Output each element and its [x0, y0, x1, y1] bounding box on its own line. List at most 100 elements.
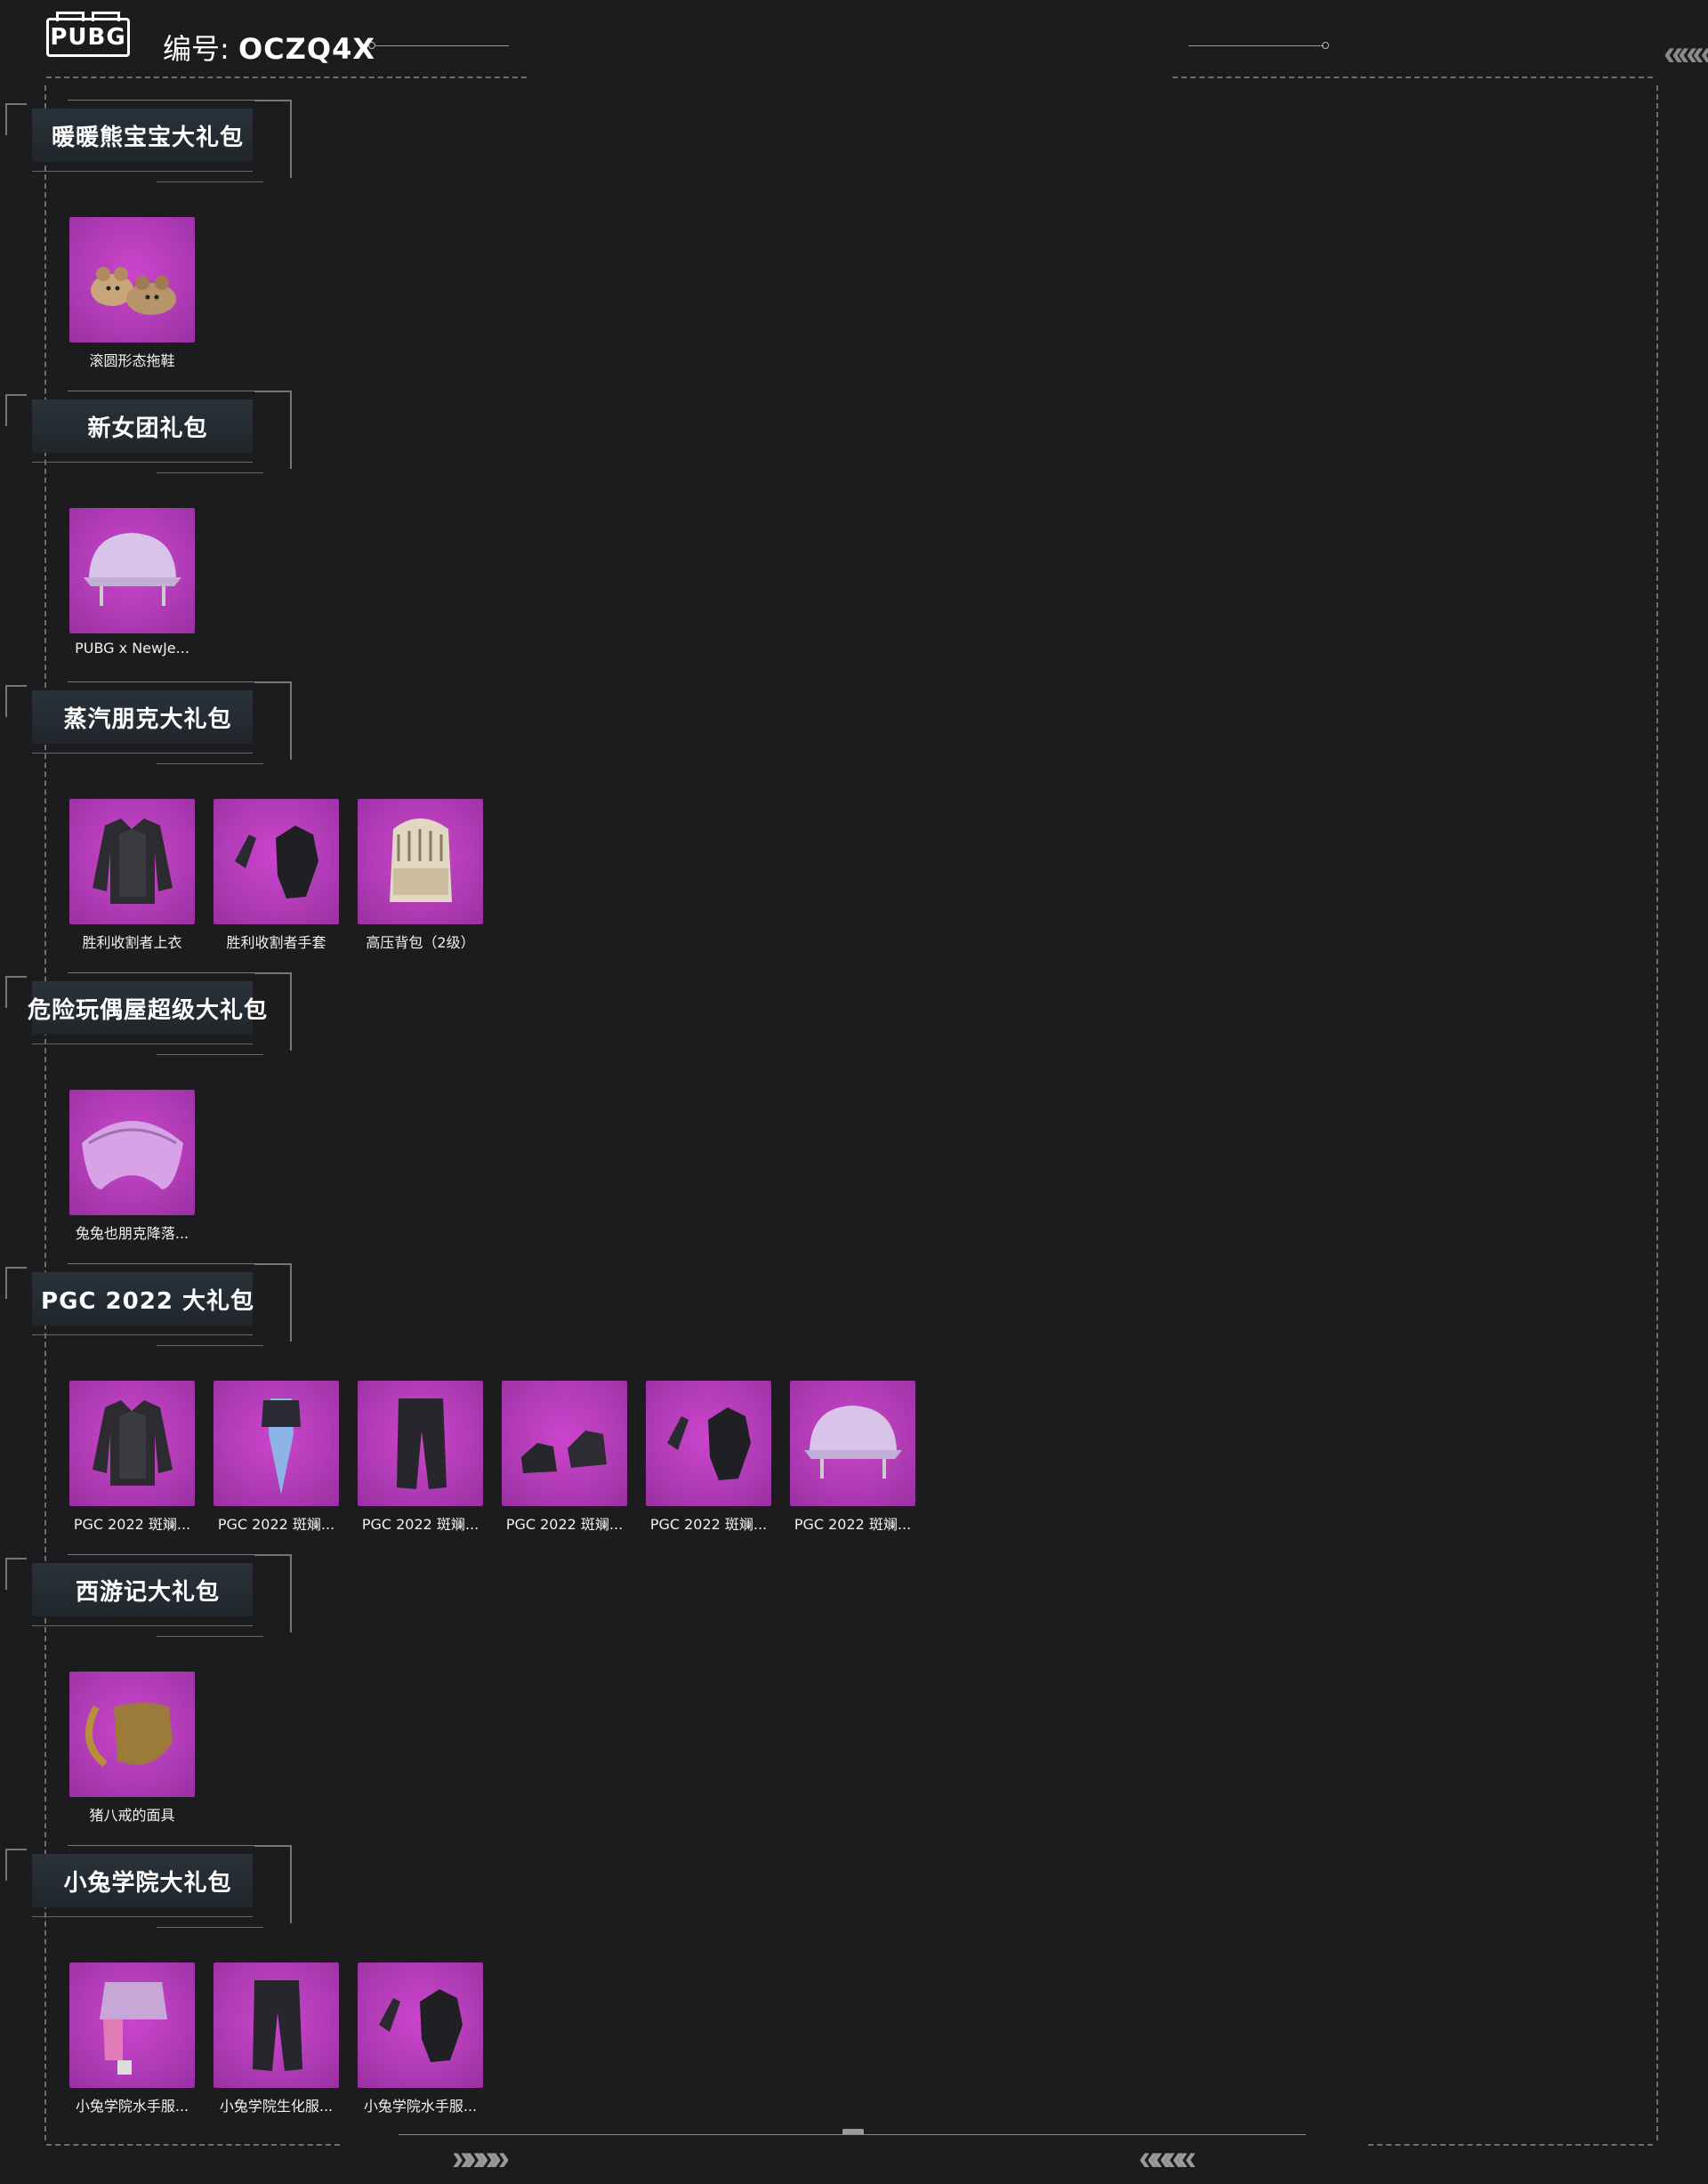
- section-header-line-accent: [157, 472, 263, 473]
- frame-border-top-right: [1172, 77, 1653, 78]
- section-title: 新女团礼包: [87, 415, 208, 442]
- item-label: PGC 2022 斑斓...: [73, 1516, 191, 1533]
- item-card[interactable]: PUBG x NewJe...: [69, 508, 195, 657]
- item-row: 滚圆形态拖鞋: [69, 217, 195, 370]
- jacket-icon-graphic: [93, 1400, 173, 1486]
- item-card[interactable]: PGC 2022 斑斓...: [358, 1381, 483, 1534]
- item-card[interactable]: 猪八戒的面具: [69, 1672, 195, 1825]
- section-header-bracket-left: [5, 976, 27, 1008]
- chevrons-left-icon-bottom: ««««: [1139, 2139, 1196, 2178]
- section-header-bracket-left: [5, 1558, 27, 1590]
- shoes-icon-graphic: [521, 1430, 607, 1473]
- item-label: 小兔学院生化服...: [219, 2098, 334, 2115]
- backpack-icon[interactable]: [358, 799, 483, 924]
- backpack-icon-graphic: [390, 818, 452, 902]
- section-header-line-bottom: [32, 1625, 253, 1626]
- item-card[interactable]: 滚圆形态拖鞋: [69, 217, 195, 370]
- item-card[interactable]: 胜利收割者手套: [214, 799, 339, 952]
- item-card[interactable]: 小兔学院水手服...: [358, 1962, 483, 2115]
- section-header: 危险玩偶屋超级大礼包: [5, 969, 292, 1055]
- section-header-bracket-left: [5, 685, 27, 717]
- item-label: PGC 2022 斑斓...: [649, 1516, 768, 1533]
- frame-border-top-left: [46, 77, 527, 78]
- section-header-line-top: [68, 1263, 254, 1264]
- header-line-left: [375, 45, 509, 46]
- item-row: 兔兔也朋克降落...: [69, 1090, 195, 1243]
- item-card[interactable]: PGC 2022 斑斓...: [790, 1381, 915, 1534]
- chevrons-right-icon: »»»»: [452, 2139, 510, 2178]
- section-header-line-bottom: [32, 1916, 253, 1917]
- gloves-icon[interactable]: [358, 1962, 483, 2088]
- frame-border-bottom-left: [46, 2144, 340, 2146]
- item-card[interactable]: 小兔学院水手服...: [69, 1962, 195, 2115]
- frame-border-bottom-right: [1368, 2144, 1653, 2146]
- item-label: 猪八戒的面具: [89, 1807, 175, 1824]
- jacket-icon[interactable]: [69, 799, 195, 924]
- footer-tab: [842, 2129, 864, 2134]
- item-card[interactable]: 高压背包（2级）: [358, 799, 483, 952]
- pubg-logo: PUBG: [46, 12, 130, 57]
- item-label: PGC 2022 斑斓...: [217, 1516, 335, 1533]
- horned-mask-icon-graphic: [85, 1703, 173, 1768]
- section-title: 危险玩偶屋超级大礼包: [28, 996, 269, 1024]
- item-label: 胜利收割者手套: [226, 934, 326, 951]
- item-label: PGC 2022 斑斓...: [505, 1516, 624, 1533]
- item-label: 兔兔也朋克降落...: [75, 1225, 189, 1242]
- parachute-icon-graphic: [82, 1121, 183, 1189]
- item-card[interactable]: PGC 2022 斑斓...: [214, 1381, 339, 1534]
- helmet-icon[interactable]: [69, 508, 195, 633]
- item-label: 滚圆形态拖鞋: [89, 352, 175, 369]
- pants-icon[interactable]: [214, 1962, 339, 2088]
- section-header-bracket-left: [5, 1267, 27, 1299]
- item-row: 猪八戒的面具: [69, 1672, 195, 1825]
- bear-slippers-icon[interactable]: [69, 217, 195, 343]
- section-header: 新女团礼包: [5, 387, 292, 473]
- horned-mask-icon[interactable]: [69, 1672, 195, 1797]
- frame-border-right: [1656, 85, 1658, 2140]
- item-card[interactable]: 小兔学院生化服...: [214, 1962, 339, 2115]
- mask-icon-graphic: [262, 1398, 301, 1495]
- pants-icon[interactable]: [358, 1381, 483, 1506]
- footer-line: [399, 2134, 1306, 2135]
- item-card[interactable]: PGC 2022 斑斓...: [69, 1381, 195, 1534]
- item-label: 小兔学院水手服...: [75, 2098, 189, 2115]
- section-header: 暖暖熊宝宝大礼包: [5, 96, 292, 182]
- gloves-icon[interactable]: [214, 799, 339, 924]
- code-label: 编号:: [163, 32, 230, 66]
- section-header-line-accent: [157, 1927, 263, 1928]
- section-header-line-bottom: [32, 462, 253, 463]
- shoes-icon[interactable]: [502, 1381, 627, 1506]
- parachute-icon[interactable]: [69, 1090, 195, 1215]
- player-code: 编号: OCZQ4X: [163, 27, 375, 68]
- header-line-right: [1188, 45, 1324, 46]
- mask-icon[interactable]: [214, 1381, 339, 1506]
- header-line-dot-right: [1322, 42, 1329, 49]
- jacket-icon[interactable]: [69, 1381, 195, 1506]
- section-header-line-top: [68, 681, 254, 682]
- helmet-icon[interactable]: [790, 1381, 915, 1506]
- section-title: 西游记大礼包: [75, 1578, 220, 1606]
- item-label: PUBG x NewJe...: [75, 640, 189, 657]
- skirt-icon[interactable]: [69, 1962, 195, 2088]
- section-header-line-accent: [157, 181, 263, 182]
- item-card[interactable]: PGC 2022 斑斓...: [646, 1381, 771, 1534]
- item-label: 高压背包（2级）: [366, 934, 475, 951]
- section-header-line-bottom: [32, 171, 253, 172]
- item-card[interactable]: 兔兔也朋克降落...: [69, 1090, 195, 1243]
- section-header: PGC 2022 大礼包: [5, 1260, 292, 1346]
- section-header-line-top: [68, 100, 254, 101]
- skirt-icon-graphic: [100, 1982, 167, 2075]
- section-title: PGC 2022 大礼包: [41, 1287, 254, 1315]
- item-card[interactable]: 胜利收割者上衣: [69, 799, 195, 952]
- header-line-dot-left: [368, 42, 375, 49]
- item-row: PGC 2022 斑斓... PGC 2022 斑斓... PGC 2022 斑斓.…: [69, 1381, 915, 1534]
- item-card[interactable]: PGC 2022 斑斓...: [502, 1381, 627, 1534]
- header-bar: PUBG 编号: OCZQ4X «««‹: [0, 0, 1708, 89]
- section-header-line-bottom: [32, 1334, 253, 1335]
- section-header-line-accent: [157, 1345, 263, 1346]
- gloves-icon-graphic: [235, 826, 318, 899]
- gloves-icon[interactable]: [646, 1381, 771, 1506]
- gloves-icon-graphic: [379, 1989, 463, 2062]
- section-title: 蒸汽朋克大礼包: [63, 705, 232, 733]
- section-header-line-top: [68, 1845, 254, 1846]
